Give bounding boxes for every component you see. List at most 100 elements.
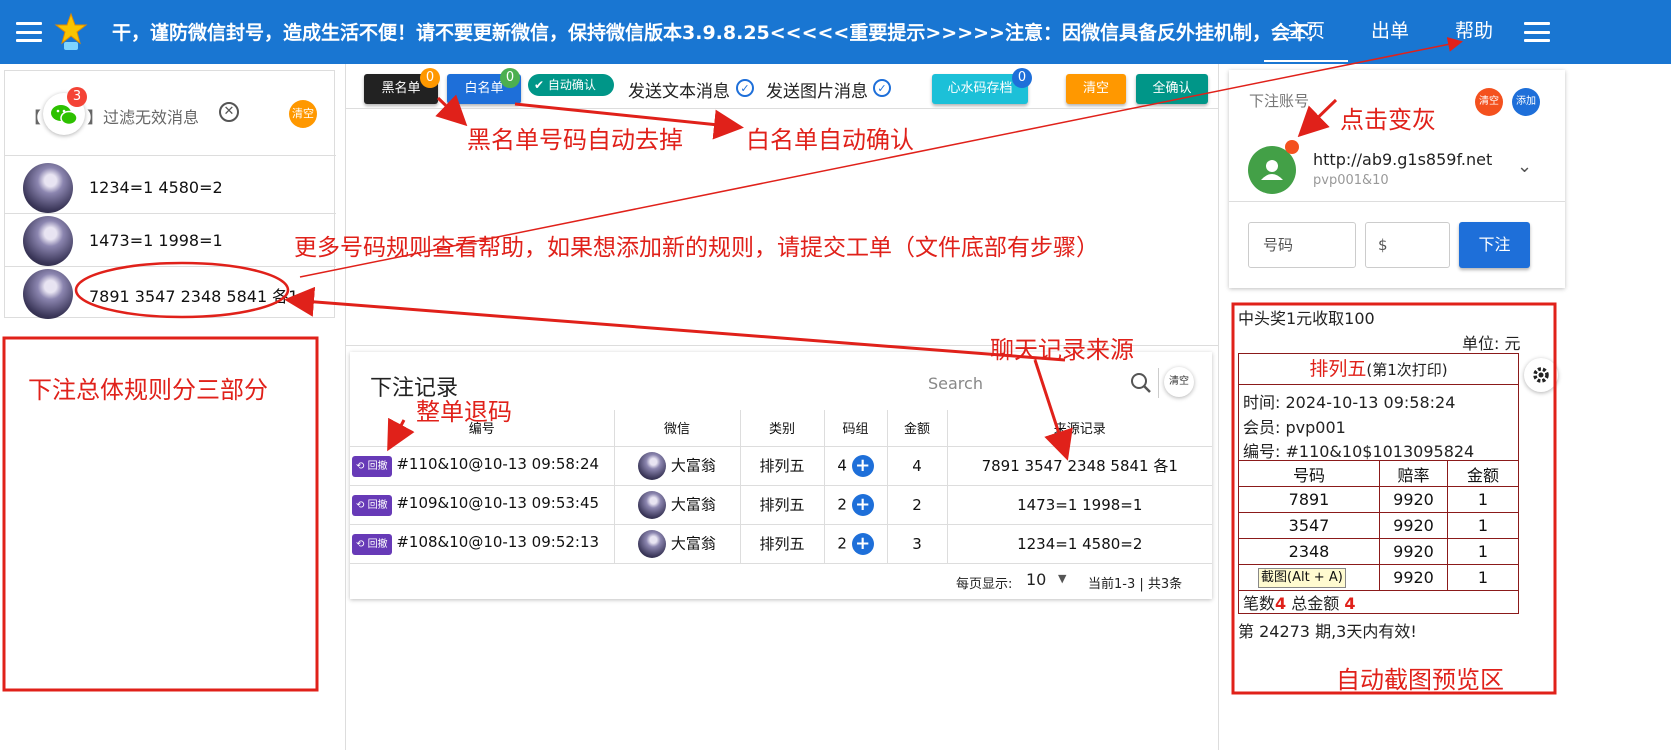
top-app-bar: 干，谨防微信封号，造成生活不便！请不要更新微信，保持微信版本3.9.8.25<<… xyxy=(0,0,1671,64)
toolbar-clear-button[interactable]: 清空 xyxy=(1066,74,1126,104)
wechat-badge: 3 xyxy=(67,87,87,107)
blacklist-count: 0 xyxy=(420,68,440,88)
record-type: 排列五 xyxy=(740,485,825,525)
col-header: 微信 xyxy=(614,410,741,447)
receipt: 排列五(第1次打印) 时间: 2024-10-13 09:58:24 会员: p… xyxy=(1238,353,1519,614)
account-add-button[interactable]: 添加 xyxy=(1512,88,1540,116)
record-wechat: 大富翁 xyxy=(670,495,716,513)
notice-marquee: 干，谨防微信封号，造成生活不便！请不要更新微信，保持微信版本3.9.8.25<<… xyxy=(112,22,1312,44)
annotation-blacklist: 黑名单号码自动去掉 xyxy=(467,126,683,154)
gear-icon[interactable] xyxy=(1524,358,1558,392)
table-row: ⟲ 回撤 #110&10@10-13 09:58:24 大富翁 排列五 4 + … xyxy=(350,446,1212,486)
nav-home[interactable]: 主页 xyxy=(1264,0,1348,62)
receipt-row: 截图(Alt + A) 9920 1 xyxy=(1238,564,1519,591)
col-header: 来源记录 xyxy=(947,410,1212,447)
auto-confirm-chip[interactable]: ✔ 自动确认 xyxy=(528,74,614,96)
close-circle-icon[interactable]: ✕ xyxy=(219,102,239,122)
table-row: ⟲ 回撤 #108&10@10-13 09:52:13 大富翁 排列五 2 + … xyxy=(350,524,1212,564)
filter-prefix: 【 xyxy=(25,108,42,127)
record-id: #109&10@10-13 09:53:45 xyxy=(396,493,600,512)
account-user: pvp001&10 xyxy=(1313,173,1389,188)
col-header: 金额 xyxy=(887,410,948,447)
send-text-label: 发送文本消息 xyxy=(628,82,730,102)
receipt-time: 时间: 2024-10-13 09:58:24 xyxy=(1243,393,1456,412)
plus-icon[interactable]: + xyxy=(851,454,874,477)
search-icon[interactable] xyxy=(1130,372,1152,394)
number-input[interactable]: 号码 xyxy=(1248,222,1356,268)
annotation-auto-preview: 自动截图预览区 xyxy=(1336,666,1504,694)
screenshot-tooltip: 截图(Alt + A) xyxy=(1258,568,1346,588)
receipt-total-label: 总金额 xyxy=(1291,594,1340,613)
record-type: 排列五 xyxy=(740,524,825,564)
preview-top-line: 中头奖1元收取100 xyxy=(1238,309,1375,328)
nav-orders[interactable]: 出单 xyxy=(1348,0,1432,62)
receipt-count-label: 笔数 xyxy=(1243,594,1276,613)
app-logo xyxy=(54,12,88,52)
record-source: 1234=1 4580=2 xyxy=(947,524,1212,564)
money-input[interactable]: $ xyxy=(1365,222,1450,268)
record-wechat: 大富翁 xyxy=(670,534,716,552)
receipt-row: 2348 9920 1 xyxy=(1238,538,1519,565)
preview-period: 第 24273 期,3天内有效! xyxy=(1238,622,1417,641)
plus-icon[interactable]: + xyxy=(851,493,874,516)
account-title: 下注账号 xyxy=(1249,92,1310,110)
receipt-col: 金额 xyxy=(1447,460,1519,487)
account-clear-button[interactable]: 清空 xyxy=(1475,88,1503,116)
chat-clear-button[interactable]: 清空 xyxy=(289,100,317,128)
annotation-rules: 更多号码规则查看帮助，如果想添加新的规则，请提交工单（文件底部有步骤） xyxy=(294,235,1099,261)
receipt-serial: 编号: #110&10$1013095824 xyxy=(1243,442,1475,461)
col-header: 类别 xyxy=(740,410,825,447)
filter-label: 】过滤无效消息 xyxy=(87,108,200,127)
confirm-all-button[interactable]: 全确认 xyxy=(1136,74,1208,104)
preview-unit: 单位: 元 xyxy=(1462,334,1521,353)
status-dot xyxy=(1285,140,1299,154)
chat-message: 7891 3547 2348 5841 各1 xyxy=(89,287,299,306)
per-page-select[interactable]: 10 xyxy=(1026,570,1046,589)
avatar xyxy=(638,451,667,480)
record-groups: 4 xyxy=(837,456,847,474)
check-icon: ✔ xyxy=(534,78,545,92)
bet-button[interactable]: 下注 xyxy=(1459,222,1530,268)
chat-message: 1234=1 4580=2 xyxy=(89,178,223,197)
annotation-chat-source: 聊天记录来源 xyxy=(990,336,1134,364)
check-circle-icon[interactable]: ✓ xyxy=(736,79,754,97)
receipt-print-note: (第1次打印) xyxy=(1366,361,1448,379)
per-page-label: 每页显示: xyxy=(956,577,1013,592)
receipt-table: 号码 赔率 金额 7891 9920 1 3547 9920 1 2348 9920 1 截图(… xyxy=(1238,460,1519,591)
avatar xyxy=(23,163,73,213)
revoke-button[interactable]: ⟲ 回撤 xyxy=(352,455,392,477)
avatar xyxy=(638,490,667,519)
records-clear-button[interactable]: 清空 xyxy=(1164,367,1194,397)
search-input[interactable]: Search xyxy=(928,374,983,393)
record-groups: 2 xyxy=(837,495,847,513)
record-source: 7891 3547 2348 5841 各1 xyxy=(947,446,1212,486)
check-circle-icon[interactable]: ✓ xyxy=(873,79,891,97)
record-amount: 2 xyxy=(887,485,948,525)
record-id: #110&10@10-13 09:58:24 xyxy=(396,454,600,473)
avatar xyxy=(23,269,73,319)
chevron-down-icon[interactable]: ▼ xyxy=(1058,572,1066,585)
annotation-bet-rules: 下注总体规则分三部分 xyxy=(28,376,268,404)
record-wechat: 大富翁 xyxy=(670,456,716,474)
receipt-row: 7891 9920 1 xyxy=(1238,486,1519,513)
annotation-revoke-all: 整单退码 xyxy=(416,398,512,426)
record-groups: 2 xyxy=(837,534,847,552)
receipt-row: 3547 9920 1 xyxy=(1238,512,1519,539)
menu-icon[interactable] xyxy=(16,22,42,42)
records-table: 编号 微信 类别 码组 金额 来源记录 ⟲ 回撤 #110&10@10-13 0… xyxy=(350,410,1212,564)
plus-icon[interactable]: + xyxy=(851,532,874,555)
whitelist-count: 0 xyxy=(500,68,520,88)
revoke-button[interactable]: ⟲ 回撤 xyxy=(352,533,392,555)
receipt-col: 赔率 xyxy=(1379,460,1448,487)
record-amount: 3 xyxy=(887,524,948,564)
chevron-down-icon[interactable]: ⌄ xyxy=(1517,156,1532,177)
nav-help[interactable]: 帮助 xyxy=(1432,0,1516,62)
avatar xyxy=(23,216,73,266)
annotation-click-gray: 点击变灰 xyxy=(1340,106,1436,134)
chat-message: 1473=1 1998=1 xyxy=(89,231,223,250)
revoke-button[interactable]: ⟲ 回撤 xyxy=(352,494,392,516)
receipt-total: 4 xyxy=(1344,594,1356,613)
menu-icon-right[interactable] xyxy=(1524,22,1550,42)
receipt-game: 排列五 xyxy=(1309,358,1367,380)
auto-confirm-label: 自动确认 xyxy=(547,78,596,92)
